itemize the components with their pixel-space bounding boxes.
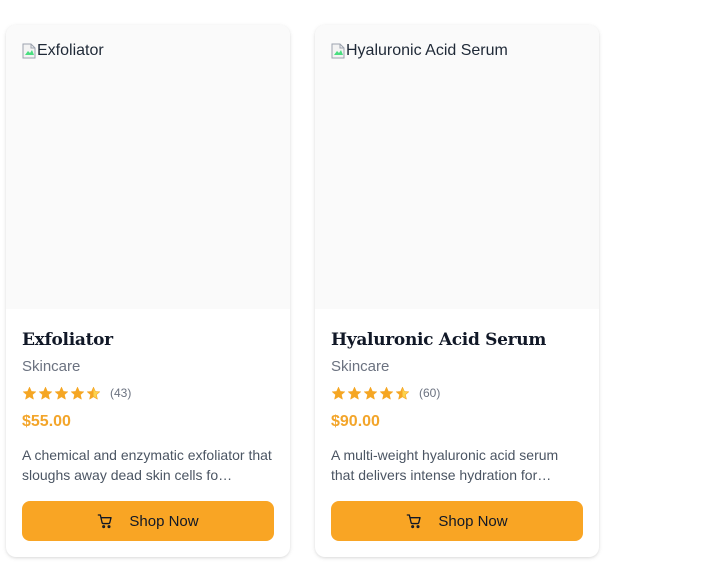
product-card: Exfoliator Exfoliator Skincare (43) $55.…	[6, 25, 290, 557]
shop-now-button[interactable]: Shop Now	[331, 501, 583, 541]
review-count: (60)	[419, 386, 441, 400]
star-icon	[347, 386, 362, 399]
image-alt-text: Exfoliator	[37, 42, 104, 59]
product-image: Exfoliator	[6, 25, 290, 309]
shop-now-button[interactable]: Shop Now	[22, 501, 274, 541]
cart-icon	[407, 514, 422, 529]
product-grid: Exfoliator Exfoliator Skincare (43) $55.…	[6, 25, 599, 557]
product-price: $55.00	[22, 413, 71, 430]
product-info: Exfoliator Skincare (43) $55.00 A chemic…	[6, 330, 290, 485]
product-rating: (60)	[331, 384, 583, 402]
product-title: Exfoliator	[22, 330, 113, 350]
star-icon	[22, 386, 37, 399]
product-card: Hyaluronic Acid Serum Hyaluronic Acid Se…	[315, 25, 599, 557]
star-icon	[86, 386, 101, 399]
broken-image-icon	[331, 43, 345, 59]
cart-icon	[98, 514, 113, 529]
shop-now-label: Shop Now	[438, 512, 508, 530]
broken-image: Hyaluronic Acid Serum	[331, 42, 508, 60]
rating-stars	[331, 386, 410, 401]
star-icon	[331, 386, 346, 399]
star-icon	[395, 386, 410, 399]
rating-stars	[22, 386, 101, 401]
image-alt-text: Hyaluronic Acid Serum	[346, 42, 508, 59]
product-rating: (43)	[22, 384, 274, 402]
review-count: (43)	[110, 386, 132, 400]
star-icon	[379, 386, 394, 399]
star-icon	[70, 386, 85, 399]
product-description: A multi-weight hyaluronic acid serum tha…	[331, 447, 559, 483]
product-price: $90.00	[331, 413, 380, 430]
broken-image-icon	[22, 43, 36, 59]
product-description: A chemical and enzymatic exfoliator that…	[22, 447, 272, 483]
broken-image: Exfoliator	[22, 42, 104, 60]
shop-now-label: Shop Now	[129, 512, 199, 530]
product-image: Hyaluronic Acid Serum	[315, 25, 599, 309]
product-category: Skincare	[331, 358, 390, 375]
star-icon	[54, 386, 69, 399]
product-info: Hyaluronic Acid Serum Skincare (60) $90.…	[315, 330, 599, 485]
star-icon	[38, 386, 53, 399]
product-title: Hyaluronic Acid Serum	[331, 330, 547, 350]
star-icon	[363, 386, 378, 399]
product-category: Skincare	[22, 358, 81, 375]
